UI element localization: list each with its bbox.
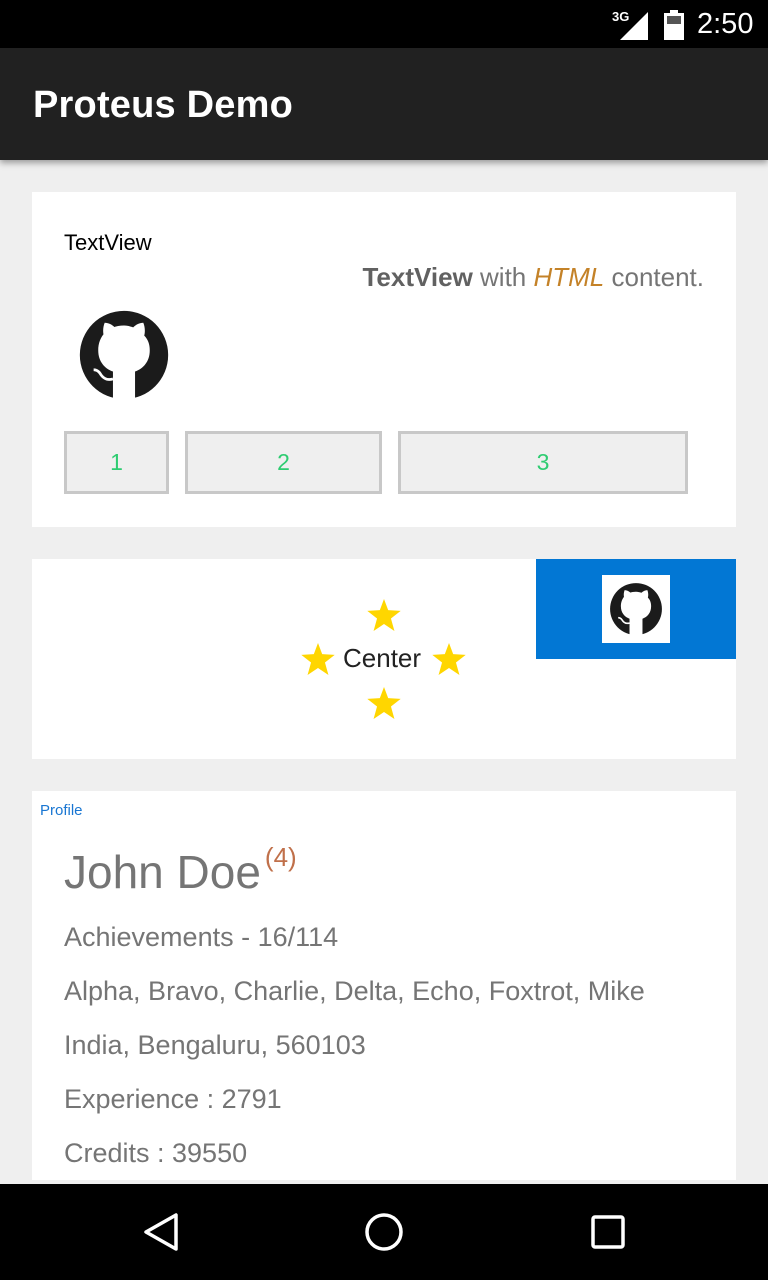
profile-card: Profile John Doe (4) Achievements - 16/11…	[32, 791, 736, 1180]
tags-text: Alpha, Bravo, Charlie, Delta, Echo, Foxt…	[64, 976, 645, 1006]
center-card: Center	[32, 559, 736, 759]
signal-icon	[620, 12, 648, 40]
html-rest-text: content.	[604, 262, 704, 292]
blue-frame	[536, 559, 736, 659]
profile-label: Profile	[40, 802, 83, 819]
button-1[interactable]: 1	[64, 431, 169, 494]
textview-label: TextView	[64, 230, 152, 255]
github-icon	[610, 583, 662, 636]
button-3[interactable]: 3	[398, 431, 688, 494]
clock: 2:50	[697, 8, 754, 40]
star-icon-bottom	[367, 687, 401, 719]
star-icon-right	[432, 643, 466, 675]
app-bar: Proteus Demo	[0, 48, 768, 160]
location-text: India, Bengaluru, 560103	[64, 1030, 366, 1060]
html-textview: TextView with HTML content.	[362, 262, 704, 293]
navigation-bar	[0, 1184, 768, 1280]
html-italic-text: HTML	[533, 262, 605, 292]
battery-icon	[664, 10, 684, 40]
app-title: Proteus Demo	[33, 84, 294, 126]
html-with-text: with	[472, 262, 534, 292]
profile-count: (4)	[264, 842, 297, 872]
status-bar: 3G 2:50	[0, 0, 768, 48]
back-icon[interactable]	[142, 1212, 180, 1252]
html-bold-text: TextView	[362, 262, 473, 292]
experience-text: Experience : 2791	[64, 1084, 282, 1114]
achievements-text: Achievements - 16/114	[64, 922, 339, 952]
button-2[interactable]: 2	[185, 431, 382, 494]
profile-name: John Doe (4)	[64, 842, 297, 899]
github-icon-frame	[602, 575, 670, 643]
profile-name-text: John Doe	[64, 846, 261, 898]
home-icon[interactable]	[364, 1212, 404, 1252]
github-icon	[79, 310, 169, 401]
star-icon-top	[367, 599, 401, 631]
textview-card: TextView TextView with HTML content. 1 2…	[32, 192, 736, 527]
star-icon-left	[301, 643, 335, 675]
center-label: Center	[343, 643, 422, 673]
credits-text: Credits : 39550	[64, 1138, 248, 1168]
recents-icon[interactable]	[590, 1214, 626, 1250]
